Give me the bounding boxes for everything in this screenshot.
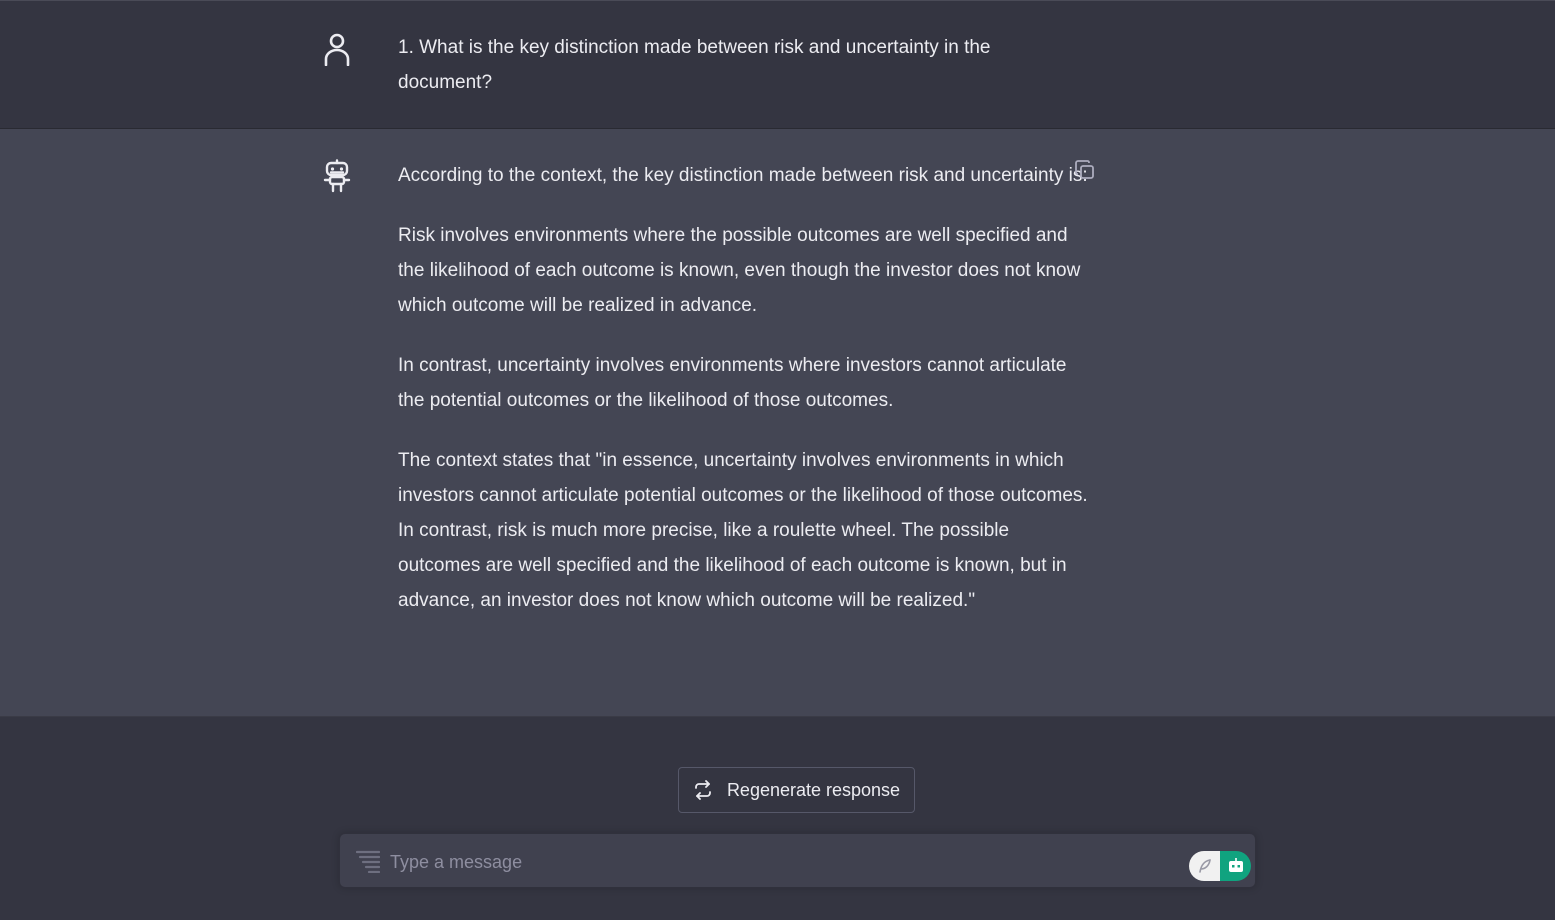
regenerate-label: Regenerate response <box>726 779 901 800</box>
copy-icon[interactable] <box>1074 159 1096 181</box>
robot-icon <box>323 159 351 193</box>
robot-extension-icon <box>1228 858 1243 872</box>
assistant-paragraph: Risk involves environments where the pos… <box>398 225 1081 316</box>
user-message-row: 1. What is the key distinction made betw… <box>0 1 1555 129</box>
assistant-paragraph: In contrast, uncertainty involves enviro… <box>398 355 1067 411</box>
regenerate-response-button[interactable]: Regenerate response <box>678 767 915 813</box>
assistant-paragraph: The context states that "in essence, unc… <box>398 450 1088 611</box>
robot-extension-button[interactable] <box>1220 851 1251 881</box>
chat-page: 1. What is the key distinction made betw… <box>0 0 1555 920</box>
feather-extension-button[interactable] <box>1189 851 1220 881</box>
prompt-lines-icon[interactable] <box>356 849 380 873</box>
message-input[interactable] <box>388 844 1172 880</box>
refresh-icon <box>695 780 711 800</box>
user-icon <box>324 33 350 66</box>
extension-toggle[interactable] <box>1189 851 1251 881</box>
user-message-text: 1. What is the key distinction made betw… <box>398 37 991 93</box>
assistant-message-row: According to the context, the key distin… <box>0 129 1555 717</box>
feather-icon <box>1198 859 1211 873</box>
message-composer <box>339 833 1256 888</box>
assistant-paragraph: According to the context, the key distin… <box>398 165 1088 186</box>
assistant-message-text: According to the context, the key distin… <box>398 158 1088 618</box>
